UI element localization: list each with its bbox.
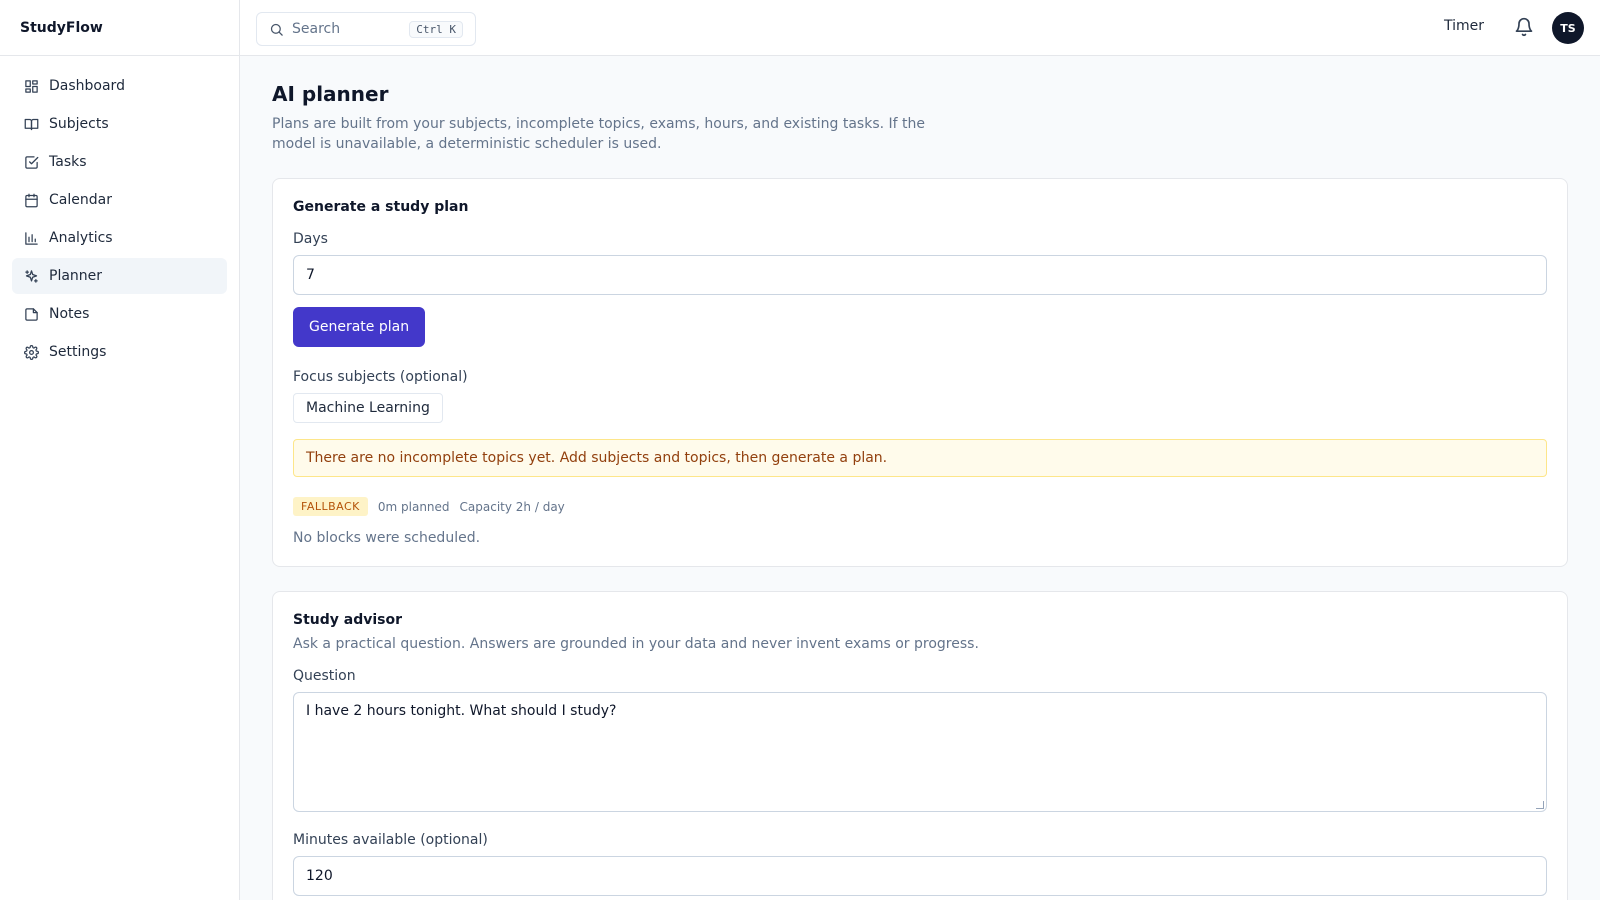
sidebar-item-analytics[interactable]: Analytics xyxy=(12,220,227,256)
sidebar-item-subjects[interactable]: Subjects xyxy=(12,106,227,142)
topbar: Search Ctrl K Timer TS xyxy=(240,0,1600,56)
plan-card: Generate a study plan Days 7 Generate pl… xyxy=(272,178,1568,567)
app-brand[interactable]: StudyFlow xyxy=(0,0,239,56)
search-shortcut: Ctrl K xyxy=(409,20,463,38)
sidebar-item-tasks[interactable]: Tasks xyxy=(12,144,227,180)
question-text: I have 2 hours tonight. What should I st… xyxy=(306,703,617,719)
notifications-button[interactable] xyxy=(1514,17,1536,39)
sidebar-item-dashboard[interactable]: Dashboard xyxy=(12,68,227,104)
sidebar-item-label: Settings xyxy=(49,344,107,360)
calendar-icon xyxy=(25,193,38,207)
planned-minutes: 0m planned xyxy=(377,499,450,514)
bar-chart-icon xyxy=(25,231,38,245)
advisor-card-subtitle: Ask a practical question. Answers are gr… xyxy=(293,636,979,652)
book-icon xyxy=(24,118,39,130)
timer-button[interactable]: Timer xyxy=(1444,18,1484,34)
sidebar-item-planner[interactable]: Planner xyxy=(12,258,227,294)
no-topics-alert: There are no incomplete topics yet. Add … xyxy=(293,439,1547,477)
sparkles-icon xyxy=(25,269,38,283)
days-label: Days xyxy=(293,231,328,247)
gear-icon xyxy=(24,344,39,360)
sidebar-item-label: Dashboard xyxy=(49,78,125,94)
focus-subjects-label: Focus subjects (optional) xyxy=(293,369,468,385)
capacity-text: Capacity 2h / day xyxy=(459,499,565,514)
sidebar-item-label: Tasks xyxy=(49,154,87,170)
resize-handle[interactable] xyxy=(1536,801,1544,809)
avatar[interactable]: TS xyxy=(1552,12,1584,44)
sidebar-item-notes[interactable]: Notes xyxy=(12,296,227,332)
sidebar-nav: Dashboard Subjects Tasks Calendar Analyt… xyxy=(0,56,239,384)
empty-blocks-text: No blocks were scheduled. xyxy=(293,530,481,546)
bell-icon xyxy=(1515,17,1533,37)
sidebar-item-label: Calendar xyxy=(49,192,112,208)
page-description: Plans are built from your subjects, inco… xyxy=(272,116,926,152)
dashboard-icon xyxy=(25,79,38,93)
status-badge: FALLBACK xyxy=(293,497,368,516)
search-input[interactable]: Search Ctrl K xyxy=(256,12,476,46)
sidebar-item-label: Notes xyxy=(49,306,90,322)
note-icon xyxy=(25,307,38,321)
plan-meta: FALLBACK 0m planned Capacity 2h / day xyxy=(293,497,1547,516)
plan-card-title: Generate a study plan xyxy=(293,199,469,215)
check-square-icon xyxy=(25,155,39,169)
search-placeholder: Search xyxy=(292,21,341,37)
question-textarea[interactable]: I have 2 hours tonight. What should I st… xyxy=(293,692,1547,812)
main-content: AI planner Plans are built from your sub… xyxy=(272,56,1568,900)
advisor-card-title: Study advisor xyxy=(293,612,403,628)
sidebar-item-label: Planner xyxy=(49,268,103,284)
advisor-card: Study advisor Ask a practical question. … xyxy=(272,591,1568,900)
sidebar: StudyFlow Dashboard Subjects Tasks Calen… xyxy=(0,0,240,900)
page-title: AI planner xyxy=(272,82,389,106)
question-label: Question xyxy=(293,668,356,684)
sidebar-item-settings[interactable]: Settings xyxy=(12,334,227,370)
minutes-label: Minutes available (optional) xyxy=(293,832,488,848)
search-icon xyxy=(270,23,283,36)
generate-plan-button[interactable]: Generate plan xyxy=(293,307,426,347)
focus-subject-chip[interactable]: Machine Learning xyxy=(293,393,443,423)
sidebar-item-calendar[interactable]: Calendar xyxy=(12,182,227,218)
minutes-input[interactable]: 120 xyxy=(293,856,1547,896)
sidebar-item-label: Analytics xyxy=(49,230,113,246)
sidebar-item-label: Subjects xyxy=(49,116,109,132)
days-input[interactable]: 7 xyxy=(293,255,1547,295)
